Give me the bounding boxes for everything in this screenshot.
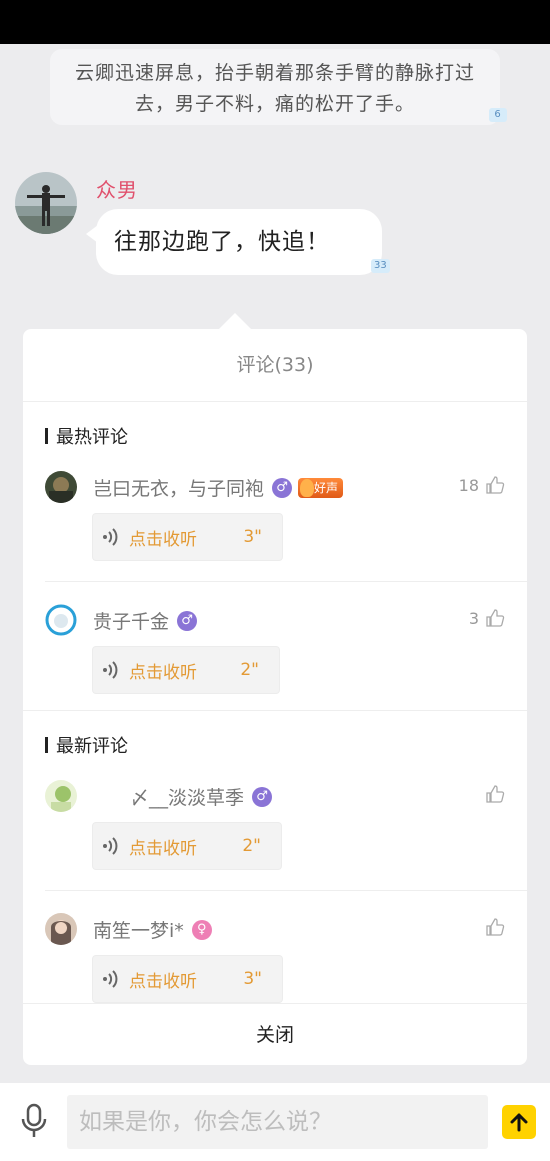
panel-pointer — [219, 313, 251, 329]
like-count: 3 — [468, 608, 479, 628]
comment-input[interactable] — [67, 1095, 488, 1149]
close-button[interactable]: 关闭 — [23, 1003, 527, 1065]
speaker-avatar[interactable] — [15, 172, 77, 234]
bubble-comment-count[interactable]: 33 — [371, 259, 390, 273]
audio-duration: 2" — [242, 836, 261, 856]
audio-duration: 3" — [243, 527, 262, 547]
narration-text: 云卿迅速屏息，抬手朝着那条手臂的静脉打过去，男子不料，痛的松开了手。 — [74, 62, 475, 115]
send-button[interactable] — [502, 1105, 536, 1139]
avatar[interactable] — [45, 913, 77, 945]
section-marker — [45, 737, 48, 753]
audio-play-button[interactable]: 点击收听 2" — [92, 822, 282, 870]
bottom-input-bar — [0, 1083, 550, 1161]
male-icon: ♂ — [272, 477, 293, 498]
male-icon: ♂ — [177, 610, 198, 631]
speaker-line: 往那边跑了，快追！ — [114, 229, 330, 255]
speaker-name: 众男 — [96, 178, 138, 202]
good-voice-badge: 好声 — [298, 477, 344, 498]
audio-wave-icon — [103, 970, 118, 988]
like-count: 18 — [458, 475, 479, 495]
like-button[interactable] — [479, 784, 505, 804]
comment-user[interactable]: 南笙一梦i* ♀ — [93, 916, 212, 943]
avatar[interactable] — [45, 780, 77, 812]
audio-label: 点击收听 — [129, 971, 197, 992]
username: 贵子千金 — [93, 611, 170, 633]
audio-wave-icon — [103, 837, 118, 855]
comment-user[interactable]: 岂曰无衣，与子同袍 ♂ 好声 — [93, 474, 344, 501]
like-button[interactable]: 18 — [459, 475, 505, 495]
audio-label: 点击收听 — [129, 838, 197, 859]
comment-panel: 评论(33) 最热评论 岂曰无衣，与子同袍 ♂ 好声 18 点击收听 3" 贵子… — [23, 329, 527, 1065]
audio-label: 点击收听 — [129, 529, 197, 550]
comment-user[interactable]: 〆__淡淡草季 ♂ — [130, 783, 273, 810]
audio-play-button[interactable]: 点击收听 3" — [92, 513, 283, 561]
audio-play-button[interactable]: 点击收听 3" — [92, 955, 283, 1003]
thumb-up-icon — [486, 476, 505, 494]
section-marker — [45, 428, 48, 444]
new-comments-heading: 最新评论 — [45, 732, 128, 758]
username: 岂曰无衣，与子同袍 — [93, 478, 265, 500]
mic-icon[interactable] — [20, 1103, 48, 1139]
hot-comments-label: 最热评论 — [56, 427, 128, 448]
thumb-up-icon — [486, 785, 505, 803]
audio-play-button[interactable]: 点击收听 2" — [92, 646, 280, 694]
username: 南笙一梦i* — [93, 920, 184, 942]
audio-wave-icon — [103, 528, 118, 546]
thumb-up-icon — [486, 609, 505, 627]
status-bar — [0, 0, 550, 44]
divider — [45, 581, 527, 582]
narration-card: 云卿迅速屏息，抬手朝着那条手臂的静脉打过去，男子不料，痛的松开了手。 6 — [50, 49, 507, 125]
audio-duration: 2" — [240, 660, 259, 680]
thumb-up-icon — [486, 918, 505, 936]
male-icon: ♂ — [252, 786, 273, 807]
narration-comment-count[interactable]: 6 — [489, 108, 507, 122]
avatar[interactable] — [45, 471, 77, 503]
avatar[interactable] — [45, 604, 77, 636]
divider — [23, 710, 527, 711]
female-icon: ♀ — [191, 919, 212, 940]
panel-title: 评论(33) — [23, 329, 527, 402]
divider — [45, 890, 527, 891]
like-button[interactable] — [479, 917, 505, 937]
new-comments-label: 最新评论 — [56, 736, 128, 757]
audio-wave-icon — [103, 661, 118, 679]
like-button[interactable]: 3 — [469, 608, 505, 628]
username: 〆__淡淡草季 — [130, 787, 245, 809]
audio-duration: 3" — [243, 969, 262, 989]
comment-user[interactable]: 贵子千金 ♂ — [93, 607, 198, 634]
audio-label: 点击收听 — [129, 662, 197, 683]
hot-comments-heading: 最热评论 — [45, 423, 128, 449]
send-arrow-icon — [510, 1113, 528, 1132]
speaker-bubble[interactable]: 往那边跑了，快追！ — [96, 209, 382, 275]
